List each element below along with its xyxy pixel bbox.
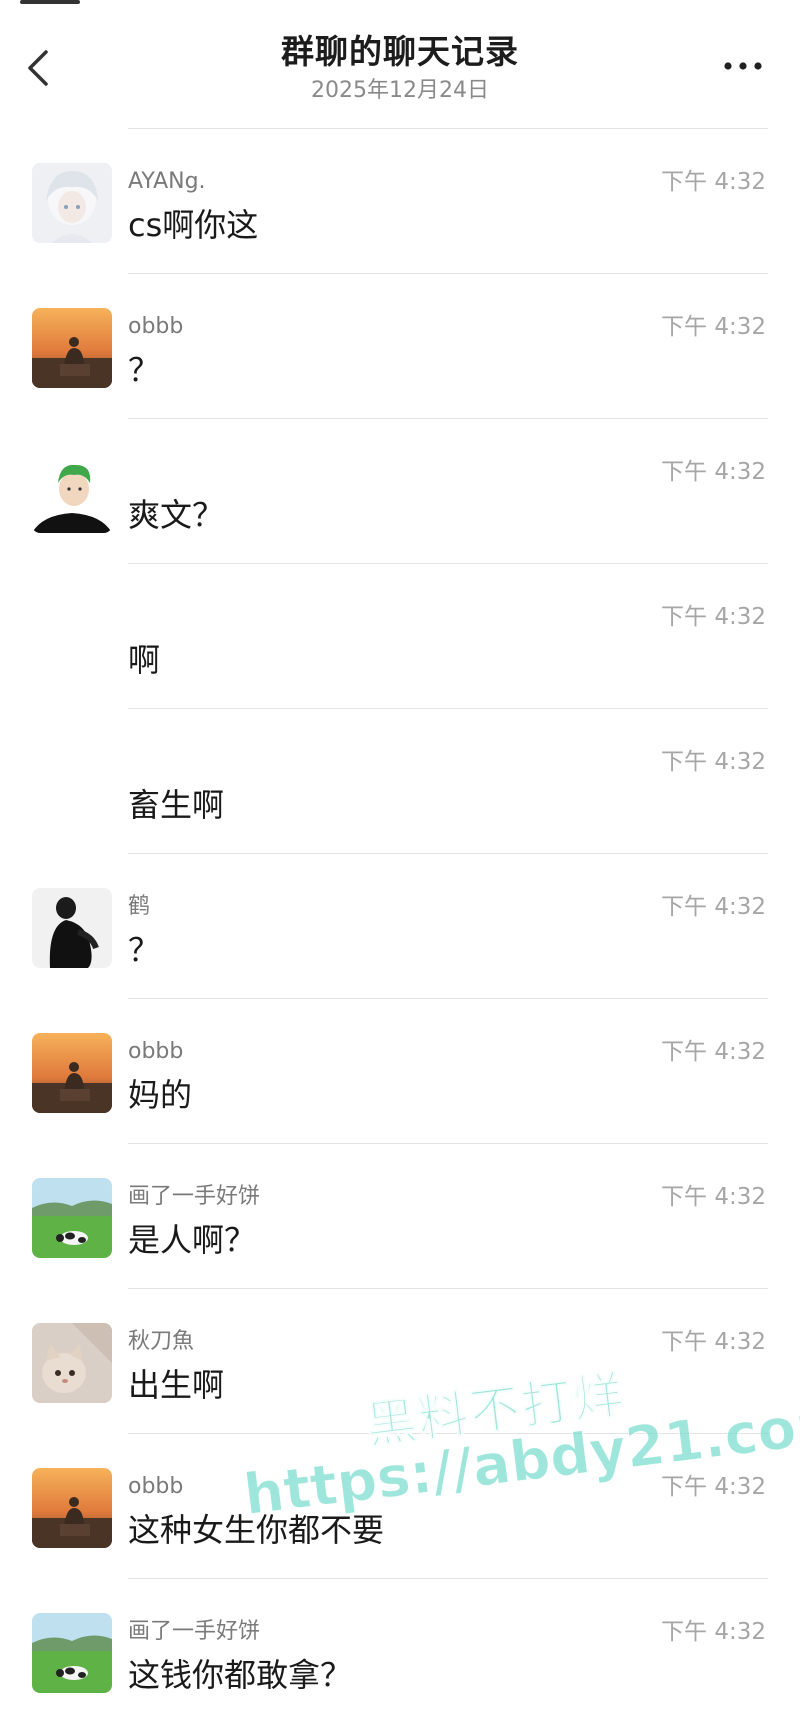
dark-figure-avatar-icon (32, 888, 112, 968)
sender-name: obbb (128, 1474, 184, 1499)
sender-name: 画了一手好饼 (128, 1184, 261, 1209)
message-time: 下午 4:32 (661, 1329, 766, 1355)
message-text: 畜生啊 (128, 786, 225, 824)
message-text: ？ (128, 351, 161, 389)
sender-name: 秋刀魚 (128, 1329, 195, 1354)
avatar[interactable] (32, 1323, 112, 1403)
message-item[interactable]: 下午 4:32 啊 (0, 564, 800, 708)
avatar[interactable] (32, 1468, 112, 1548)
sunset-silhouette-avatar-icon (32, 308, 112, 388)
message-time: 下午 4:32 (661, 1474, 766, 1500)
cat-photo-avatar-icon (32, 1323, 112, 1403)
meadow-cow-avatar-icon (32, 1178, 112, 1258)
avatar[interactable] (32, 308, 112, 388)
more-dots-icon (724, 62, 762, 70)
avatar[interactable] (32, 1178, 112, 1258)
sunset-silhouette-avatar-icon (32, 1033, 112, 1113)
message-item[interactable]: 秋刀魚 下午 4:32 出生啊 (0, 1289, 800, 1433)
more-options-button[interactable] (720, 54, 766, 78)
message-time: 下午 4:32 (661, 894, 766, 920)
message-time: 下午 4:32 (661, 314, 766, 340)
title-block: 群聊的聊天记录 2025年12月24日 (0, 30, 800, 106)
message-text: 妈的 (128, 1076, 193, 1114)
message-time: 下午 4:32 (661, 1039, 766, 1065)
message-item[interactable]: 下午 4:32 畜生啊 (0, 709, 800, 853)
sunset-silhouette-avatar-icon (32, 1468, 112, 1548)
avatar[interactable] (32, 888, 112, 968)
message-text: 是人啊？ (128, 1221, 257, 1259)
page-date: 2025年12月24日 (311, 78, 489, 103)
sender-name: 画了一手好饼 (128, 1619, 261, 1644)
sender-name: AYANg. (128, 169, 206, 194)
message-text: 啊 (128, 641, 161, 679)
message-time: 下午 4:32 (661, 1619, 766, 1645)
message-item[interactable]: 画了一手好饼 下午 4:32 这钱你都敢拿？ (0, 1579, 800, 1723)
message-time: 下午 4:32 (661, 749, 766, 775)
message-item[interactable]: AYANg. 下午 4:32 cs啊你这 (0, 129, 800, 273)
message-text: cs啊你这 (128, 206, 259, 244)
page-title: 群聊的聊天记录 (281, 32, 519, 71)
chat-history-header: 群聊的聊天记录 2025年12月24日 (0, 0, 800, 120)
avatar[interactable] (32, 1033, 112, 1113)
avatar[interactable] (32, 1613, 112, 1693)
message-item[interactable]: obbb 下午 4:32 ？ (0, 274, 800, 418)
message-text: ？ (128, 931, 161, 969)
message-item[interactable]: 画了一手好饼 下午 4:32 是人啊？ (0, 1144, 800, 1288)
white-hair-anime-avatar-icon (32, 163, 112, 243)
message-text: 出生啊 (128, 1366, 225, 1404)
message-list: AYANg. 下午 4:32 cs啊你这 obbb 下午 4:32 ？ 下午 4… (0, 128, 800, 1723)
message-text: 这钱你都敢拿？ (128, 1656, 353, 1694)
avatar[interactable] (32, 453, 112, 533)
message-item[interactable]: 鹤 下午 4:32 ？ (0, 854, 800, 998)
message-item[interactable]: 下午 4:32 爽文？ (0, 419, 800, 563)
sender-name: obbb (128, 314, 184, 339)
message-time: 下午 4:32 (661, 1184, 766, 1210)
sender-name: obbb (128, 1039, 184, 1064)
message-item[interactable]: obbb 下午 4:32 妈的 (0, 999, 800, 1143)
message-time: 下午 4:32 (661, 604, 766, 630)
message-time: 下午 4:32 (661, 169, 766, 195)
message-item[interactable]: obbb 下午 4:32 这种女生你都不要 (0, 1434, 800, 1578)
green-hair-anime-avatar-icon (32, 453, 112, 533)
sender-name: 鹤 (128, 894, 151, 919)
avatar[interactable] (32, 163, 112, 243)
meadow-cow-avatar-icon (32, 1613, 112, 1693)
message-text: 爽文？ (128, 496, 225, 534)
message-time: 下午 4:32 (661, 459, 766, 485)
message-text: 这种女生你都不要 (128, 1511, 385, 1549)
